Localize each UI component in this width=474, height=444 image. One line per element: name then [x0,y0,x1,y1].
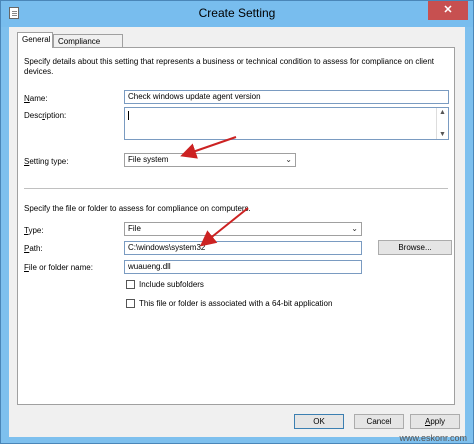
type-label: Type: [24,226,44,235]
chevron-up-icon[interactable]: ▲ [439,109,446,116]
chevron-down-icon[interactable]: ▼ [439,131,446,138]
setting-type-label: Setting type: [24,157,69,166]
type-value: File [128,224,141,233]
description-label: Description: [24,111,67,120]
intro-text: Specify details about this setting that … [24,57,435,76]
tab-general[interactable]: General [17,32,53,48]
ok-button[interactable]: OK [294,414,344,429]
64bit-checkbox[interactable] [126,299,135,308]
path-field[interactable]: C:\windows\system32 [124,241,362,255]
name-field[interactable]: Check windows update agent version [124,90,449,104]
chevron-down-icon: ⌄ [351,224,358,233]
general-panel: Specify details about this setting that … [17,47,455,405]
file-name-field[interactable]: wuaueng.dll [124,260,362,274]
close-button[interactable]: ✕ [428,1,468,20]
title-bar[interactable]: Create Setting ✕ [1,1,473,27]
description-scrollbar[interactable]: ▲ ▼ [436,108,448,139]
type-select[interactable]: File ⌄ [124,222,362,236]
chevron-down-icon: ⌄ [285,155,292,164]
tab-compliance-rules[interactable]: Compliance Rules [53,34,123,60]
setting-type-select[interactable]: File system ⌄ [124,153,296,167]
path-label: Path: [24,244,43,253]
64bit-label: This file or folder is associated with a… [139,299,333,308]
section-divider [24,188,448,190]
file-name-label: File or folder name: [24,263,93,272]
window-title: Create Setting [198,6,276,20]
watermark-text: www.eskonr.com [399,433,467,443]
include-subfolders-checkbox[interactable] [126,280,135,289]
file-section-text: Specify the file or folder to assess for… [24,204,251,213]
text-caret [128,111,129,120]
apply-button[interactable]: Apply [410,414,460,429]
create-setting-window: Create Setting ✕ General Compliance Rule… [0,0,474,444]
description-field[interactable]: ▲ ▼ [124,107,449,140]
cancel-button[interactable]: Cancel [354,414,404,429]
dialog-client: General Compliance Rules Specify details… [9,27,465,437]
setting-type-value: File system [128,155,169,164]
include-subfolders-label: Include subfolders [139,280,204,289]
name-label: Name: [24,94,48,103]
browse-button[interactable]: Browse... [378,240,452,255]
